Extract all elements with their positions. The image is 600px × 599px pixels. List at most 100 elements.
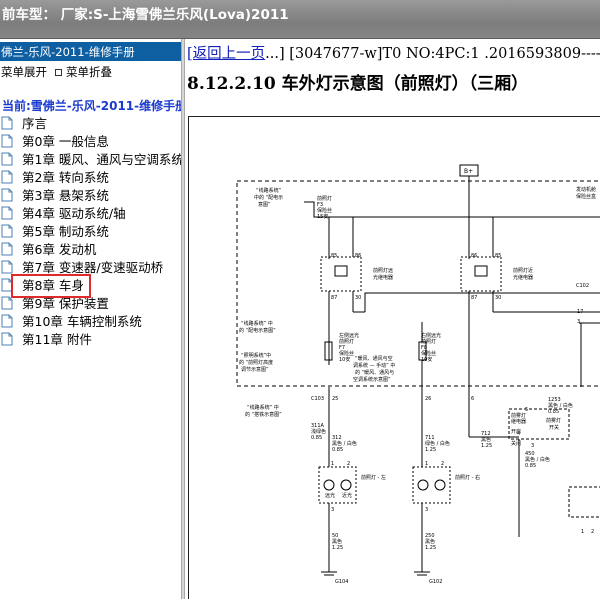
pin-label: 87 — [331, 295, 337, 301]
pin-label: 1 — [581, 529, 584, 535]
document-icon — [1, 260, 13, 274]
document-icon — [1, 134, 13, 148]
note-text: “线路系统” 中 — [247, 404, 279, 411]
pin-label: 3 — [425, 507, 428, 513]
note-text: 调节示意图” — [241, 366, 269, 373]
connector-label: C102 — [576, 283, 589, 289]
wire — [364, 292, 600, 312]
note-text: “线路系统” — [256, 187, 282, 194]
wire-label: 1.25 — [332, 545, 343, 551]
document-icon — [1, 152, 13, 166]
lamp-label: 前照灯 - 右 — [455, 474, 480, 481]
note-text: 调系统 — 手动” 中 — [353, 362, 395, 369]
tree-item-label: 第3章 悬架系统 — [22, 188, 109, 203]
ground-label: G102 — [429, 579, 442, 585]
sidebar-header-title: 佛兰-乐风-2011-维修手册 — [1, 45, 135, 59]
tree-item-label: 序言 — [22, 116, 48, 131]
relay-high-beam — [320, 256, 362, 292]
breadcrumb: [返回上一页...] [3047677-w]T0 NO:4PC:1 .20165… — [187, 42, 600, 63]
document-icon — [1, 296, 13, 310]
fog-switch-label: 前雾灯 — [546, 417, 561, 424]
document-icon — [1, 242, 13, 256]
fuse-label: 前照灯 — [339, 338, 354, 345]
fog-relay-label: 继电器 — [511, 418, 526, 425]
tree-toolbar: 菜单展开 菜单折叠 — [1, 64, 112, 80]
pin-label: 4 — [517, 431, 520, 437]
pin-label: 3 — [331, 507, 334, 513]
note-text: 的 “暖风、通风与 — [355, 369, 394, 376]
wire-label: 1.25 — [425, 545, 436, 551]
relay-coil — [474, 265, 488, 277]
engine-box-label: 保险丝盒 — [576, 193, 596, 200]
page-title: 8.12.2.10 车外灯示意图（前照灯）（三厢） — [187, 74, 529, 94]
document-meta: ...] [3047677-w]T0 NO:4PC:1 .2016593809-… — [265, 46, 600, 62]
lamp-mode-label: 近光 — [342, 492, 352, 499]
relay-label: 光继电器 — [373, 274, 393, 281]
fuse-label: 前照灯 — [317, 195, 332, 202]
wire-label: 黑色 — [425, 538, 435, 545]
document-icon — [1, 224, 13, 238]
back-link[interactable]: [返回上一页 — [187, 46, 265, 62]
note-text: 的 “配电示意图” — [239, 327, 276, 334]
wire-label: 0.85 — [332, 447, 343, 453]
bulb-low — [340, 479, 352, 491]
note-text: 的 “搭铁示意图” — [245, 411, 282, 418]
fog-switch-outline — [568, 486, 600, 518]
pin-label: 30 — [495, 295, 501, 301]
relay-label: 前照灯远 — [373, 267, 393, 274]
sidebar: 佛兰-乐风-2011-维修手册 菜单展开 菜单折叠 当前:雪佛兰-乐风-2011-… — [0, 39, 181, 599]
tree-item-label: 第4章 驱动系统/轴 — [22, 206, 126, 221]
relay-low-beam — [460, 256, 502, 292]
fuse-label: 保险丝 — [339, 350, 354, 357]
expand-menu-button[interactable]: 菜单展开 — [1, 65, 47, 79]
pin-label: 6 — [471, 396, 474, 402]
document-icon — [1, 188, 13, 202]
wire-label: 绿色 / 白色 — [425, 440, 450, 447]
pin-label: 5 — [525, 407, 528, 413]
relay-label: 光继电器 — [513, 274, 533, 281]
switch-state-off: 关闭 — [511, 440, 521, 447]
fuse-label: 保险丝 — [317, 207, 332, 214]
pin-label: 1 — [425, 461, 428, 467]
ground-label: G104 — [335, 579, 348, 585]
pin-label: 3 — [577, 319, 580, 325]
tree-item-label: 第5章 制动系统 — [22, 224, 109, 239]
document-icon — [1, 332, 13, 346]
bulb-high — [434, 479, 446, 491]
engine-box-label: 发动机舱 — [576, 186, 596, 193]
tree-item-label: 第2章 转向系统 — [22, 170, 109, 185]
headlamp-right — [412, 466, 451, 504]
collapse-icon — [55, 69, 62, 76]
pin-label: 26 — [425, 396, 431, 402]
wire-label: 0.85 — [525, 463, 536, 469]
note-text: 意图” — [258, 201, 271, 208]
fuse-label: 前照灯 — [421, 338, 436, 345]
note-text: “暖风、通风与空 — [355, 355, 393, 362]
tree-item-label: 第11章 附件 — [22, 332, 92, 347]
content-pane: [返回上一页...] [3047677-w]T0 NO:4PC:1 .20165… — [185, 39, 600, 599]
pin-label: 86 — [471, 253, 477, 259]
wire-label: 黑色 / 白色 — [548, 402, 573, 409]
wire-label: 1.25 — [425, 447, 436, 453]
fog-relay-label: 前雾灯 — [511, 412, 526, 419]
fuse-label: 10安 — [339, 356, 350, 363]
fuse-label: 10安 — [421, 356, 432, 363]
bulb-high — [323, 479, 335, 491]
collapse-menu-button[interactable]: 菜单折叠 — [66, 65, 112, 79]
note-text: 的 “前照灯高度 — [239, 359, 273, 366]
pin-label: 86 — [355, 253, 361, 259]
pin-label: 87 — [471, 295, 477, 301]
lamp-mode-label: 远光 — [325, 492, 335, 499]
window-title: 前车型： 厂家:S-上海雪佛兰乐风(Lova)2011 — [2, 7, 289, 23]
wire-label: 0.85 — [311, 435, 322, 441]
selected-item-highlight — [11, 274, 91, 298]
battery-label: B+ — [464, 168, 473, 175]
wire-label: 浅绿色 — [311, 428, 326, 435]
pin-label: 2 — [591, 529, 594, 535]
document-icon — [1, 314, 13, 328]
wire-label: 0.85 — [548, 409, 559, 415]
fuse-label: 右侧远光 — [421, 332, 441, 339]
note-text: 空调系统示意图” — [353, 376, 391, 383]
fuse-label: 左侧远光 — [339, 332, 359, 339]
note-text: “线路系统” 中 — [241, 320, 273, 327]
